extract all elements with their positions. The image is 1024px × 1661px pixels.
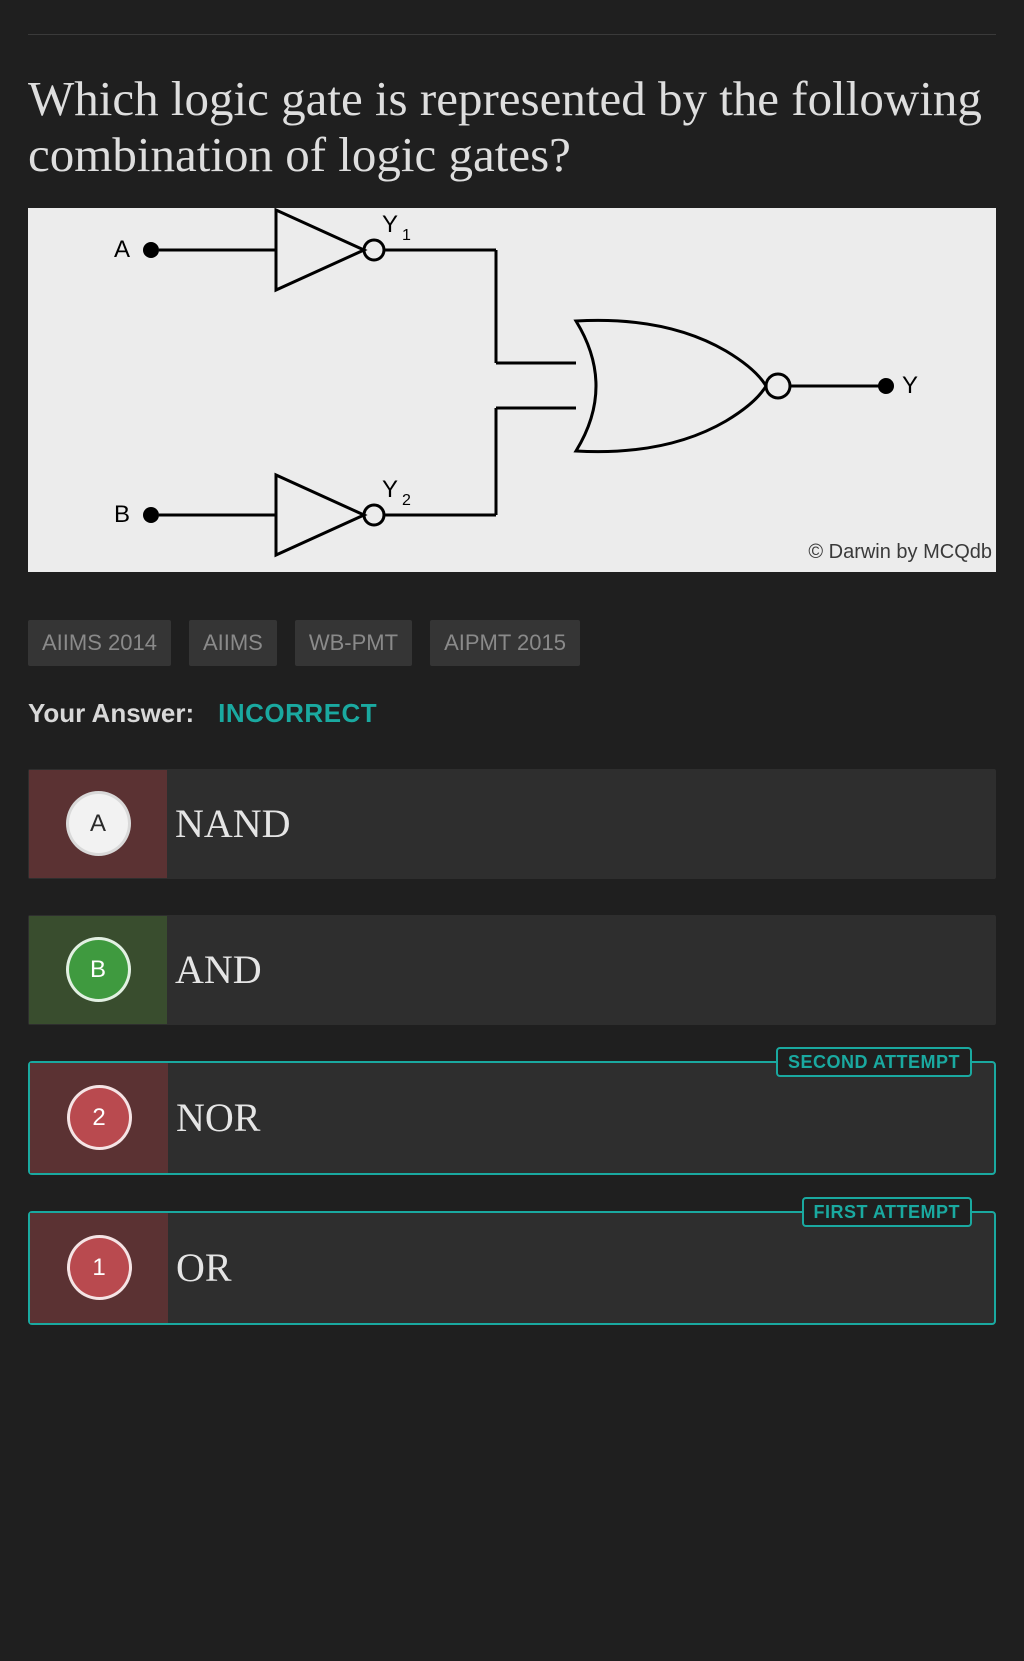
label-y2: Y [382,476,398,503]
option-a[interactable]: A NAND [28,769,996,879]
option-c-fill: 2 [30,1063,168,1173]
top-divider [28,34,996,35]
logic-gate-diagram: A Y 1 B Y 2 Y © Darwin by MCQdb [28,208,996,572]
label-y: Y [902,372,918,399]
option-a-text: NAND [167,770,291,878]
answer-status-row: Your Answer: INCORRECT [28,698,996,729]
tag[interactable]: WB-PMT [295,620,412,666]
option-d[interactable]: FIRST ATTEMPT 1 OR [28,1211,996,1325]
options-list: A NAND B AND SECOND ATTEMPT 2 NOR FIRST … [28,769,996,1325]
nor-bubble [766,374,790,398]
question-title: Which logic gate is represented by the f… [28,71,996,184]
diagram-copyright: © Darwin by MCQdb [808,541,992,564]
option-c[interactable]: SECOND ATTEMPT 2 NOR [28,1061,996,1175]
option-c-badge: 2 [67,1085,132,1150]
answer-status-value: INCORRECT [218,698,377,729]
option-d-text: OR [168,1213,232,1323]
label-b: B [114,501,130,528]
tags-row: AIIMS 2014 AIIMS WB-PMT AIPMT 2015 [28,620,996,666]
node-a [143,242,159,258]
first-attempt-tag: FIRST ATTEMPT [802,1197,972,1227]
not-gate-b [276,475,364,555]
option-c-text: NOR [168,1063,260,1173]
option-b-fill: B [29,916,167,1024]
not-gate-a [276,210,364,290]
node-b [143,507,159,523]
option-b-badge: B [66,937,131,1002]
tag[interactable]: AIIMS 2014 [28,620,171,666]
second-attempt-tag: SECOND ATTEMPT [776,1047,972,1077]
your-answer-label: Your Answer: [28,698,194,729]
option-a-fill: A [29,770,167,878]
label-y1-sub: 1 [402,227,411,244]
label-y2-sub: 2 [402,492,411,509]
nor-gate [576,320,766,451]
tag[interactable]: AIPMT 2015 [430,620,580,666]
option-d-fill: 1 [30,1213,168,1323]
label-y1: Y [382,211,398,238]
option-a-badge: A [66,791,131,856]
option-d-badge: 1 [67,1235,132,1300]
label-a: A [114,236,130,263]
node-y [878,378,894,394]
tag[interactable]: AIIMS [189,620,277,666]
option-b[interactable]: B AND [28,915,996,1025]
option-b-text: AND [167,916,262,1024]
